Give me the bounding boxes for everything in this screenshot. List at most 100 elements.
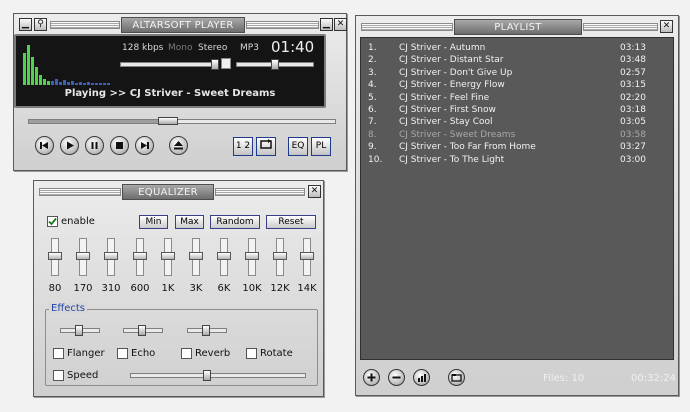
enable-label: enable xyxy=(61,216,95,227)
minimize-button[interactable]: ▁ xyxy=(19,18,32,31)
speed-checkbox[interactable] xyxy=(53,370,64,381)
prev-button[interactable] xyxy=(35,136,54,155)
eject-button[interactable] xyxy=(169,136,188,155)
band-knob[interactable] xyxy=(161,252,175,260)
band-knob[interactable] xyxy=(217,252,231,260)
track-number: 1. xyxy=(368,43,377,53)
track-number: 8. xyxy=(368,129,377,140)
close-button[interactable]: ✕ xyxy=(334,18,347,31)
band-slider-1k[interactable] xyxy=(161,238,175,276)
search-icon[interactable]: ⚲ xyxy=(34,18,47,31)
band-slider-170[interactable] xyxy=(76,238,90,276)
rotate-checkbox[interactable] xyxy=(246,348,257,359)
effects-label: Effects xyxy=(49,303,87,314)
seek-knob[interactable] xyxy=(157,117,178,125)
random-button[interactable]: Random xyxy=(210,215,260,229)
reset-button[interactable]: Reset xyxy=(266,215,316,229)
track-number: 10. xyxy=(368,154,383,165)
band-knob[interactable] xyxy=(104,252,118,260)
enable-checkbox[interactable] xyxy=(47,216,58,227)
prev-icon xyxy=(40,142,48,149)
band-slider-10k[interactable] xyxy=(245,238,259,276)
playlist-row[interactable]: 1. CJ Striver - Autumn 03:13 xyxy=(361,42,673,54)
sort-button[interactable] xyxy=(413,369,430,386)
band-knob[interactable] xyxy=(273,252,287,260)
plus-icon xyxy=(367,373,376,382)
folder-icon xyxy=(451,374,462,382)
reverb-checkbox[interactable] xyxy=(181,348,192,359)
speed-slider[interactable] xyxy=(130,370,306,381)
playlist-row[interactable]: 6. CJ Striver - First Snow 03:18 xyxy=(361,104,673,116)
shade-button[interactable]: ▁ xyxy=(320,18,333,31)
player-titlebar[interactable]: ▁ ⚲ ALTARSOFT PLAYER ▁ ✕ xyxy=(17,17,347,33)
band-knob[interactable] xyxy=(76,252,90,260)
volume-knob[interactable] xyxy=(211,59,219,70)
files-count: Files: 10 xyxy=(543,373,585,384)
flanger-checkbox[interactable] xyxy=(53,348,64,359)
repeat-button[interactable] xyxy=(256,137,276,156)
band-slider-600[interactable] xyxy=(133,238,147,276)
eq-toggle-button[interactable]: EQ xyxy=(288,137,308,156)
playlist-row[interactable]: 8. CJ Striver - Sweet Dreams 03:58 xyxy=(361,129,673,141)
shuffle-button[interactable]: 1 2 xyxy=(233,137,253,156)
play-button[interactable] xyxy=(60,136,79,155)
effect-slider-2[interactable] xyxy=(123,325,163,336)
equalizer-titlebar[interactable]: EQUALIZER ✕ xyxy=(37,184,321,200)
pl-stripes-left xyxy=(361,23,453,31)
track-title: CJ Striver - Sweet Dreams xyxy=(399,129,516,140)
max-button[interactable]: Max xyxy=(175,215,204,229)
playlist-row[interactable]: 3. CJ Striver - Don't Give Up 02:57 xyxy=(361,67,673,79)
band-slider-3k[interactable] xyxy=(189,238,203,276)
stop-button[interactable] xyxy=(110,136,129,155)
playlist-titlebar[interactable]: PLAYLIST ✕ xyxy=(359,19,675,35)
track-title: CJ Striver - Too Far From Home xyxy=(399,142,536,153)
balance-slider[interactable] xyxy=(236,59,314,70)
volume-slider[interactable] xyxy=(120,59,219,70)
track-number: 7. xyxy=(368,117,377,128)
balance-knob[interactable] xyxy=(271,59,279,70)
playlist-row[interactable]: 2. CJ Striver - Distant Star 03:48 xyxy=(361,54,673,66)
band-slider-310[interactable] xyxy=(104,238,118,276)
band-label: 6K xyxy=(217,283,231,294)
playlist-row[interactable]: 10. CJ Striver - To The Light 03:00 xyxy=(361,154,673,166)
playlist-row[interactable]: 7. CJ Striver - Stay Cool 03:05 xyxy=(361,116,673,128)
band-knob[interactable] xyxy=(189,252,203,260)
effect-slider-1[interactable] xyxy=(60,325,100,336)
add-button[interactable] xyxy=(363,369,380,386)
playlist-close-button[interactable]: ✕ xyxy=(660,20,673,33)
band-knob[interactable] xyxy=(48,252,62,260)
player-title: ALTARSOFT PLAYER xyxy=(121,17,245,33)
band-knob[interactable] xyxy=(245,252,259,260)
pause-button[interactable] xyxy=(85,136,104,155)
playlist-row[interactable]: 9. CJ Striver - Too Far From Home 03:27 xyxy=(361,141,673,153)
effect-knob[interactable] xyxy=(75,325,83,336)
mute-toggle[interactable] xyxy=(221,58,231,69)
band-knob[interactable] xyxy=(133,252,147,260)
eq-close-button[interactable]: ✕ xyxy=(308,185,321,198)
track-duration: 03:48 xyxy=(620,55,646,66)
eq-stripes-left xyxy=(39,188,121,196)
open-button[interactable] xyxy=(448,369,465,386)
band-label: 80 xyxy=(48,283,62,294)
effect-knob[interactable] xyxy=(138,325,146,336)
seek-bar[interactable] xyxy=(28,117,336,125)
next-button[interactable] xyxy=(135,136,154,155)
band-slider-6k[interactable] xyxy=(217,238,231,276)
echo-checkbox[interactable] xyxy=(117,348,128,359)
playlist-toggle-button[interactable]: PL xyxy=(311,137,331,156)
min-button[interactable]: Min xyxy=(139,215,168,229)
band-slider-12k[interactable] xyxy=(273,238,287,276)
band-slider-14k[interactable] xyxy=(300,238,314,276)
playlist-row[interactable]: 5. CJ Striver - Feel Fine 02:20 xyxy=(361,92,673,104)
speed-knob[interactable] xyxy=(203,370,211,381)
total-time: 00:32:24 xyxy=(631,373,676,384)
effect-knob[interactable] xyxy=(202,325,210,336)
title-stripes-right xyxy=(246,21,319,29)
remove-button[interactable] xyxy=(388,369,405,386)
band-slider-80[interactable] xyxy=(48,238,62,276)
effect-slider-3[interactable] xyxy=(187,325,227,336)
playlist-row[interactable]: 4. CJ Striver - Energy Flow 03:15 xyxy=(361,79,673,91)
band-knob[interactable] xyxy=(300,252,314,260)
track-title: CJ Striver - Don't Give Up xyxy=(399,67,513,78)
playlist-list[interactable]: 1. CJ Striver - Autumn 03:13 2. CJ Striver -… xyxy=(360,37,674,360)
